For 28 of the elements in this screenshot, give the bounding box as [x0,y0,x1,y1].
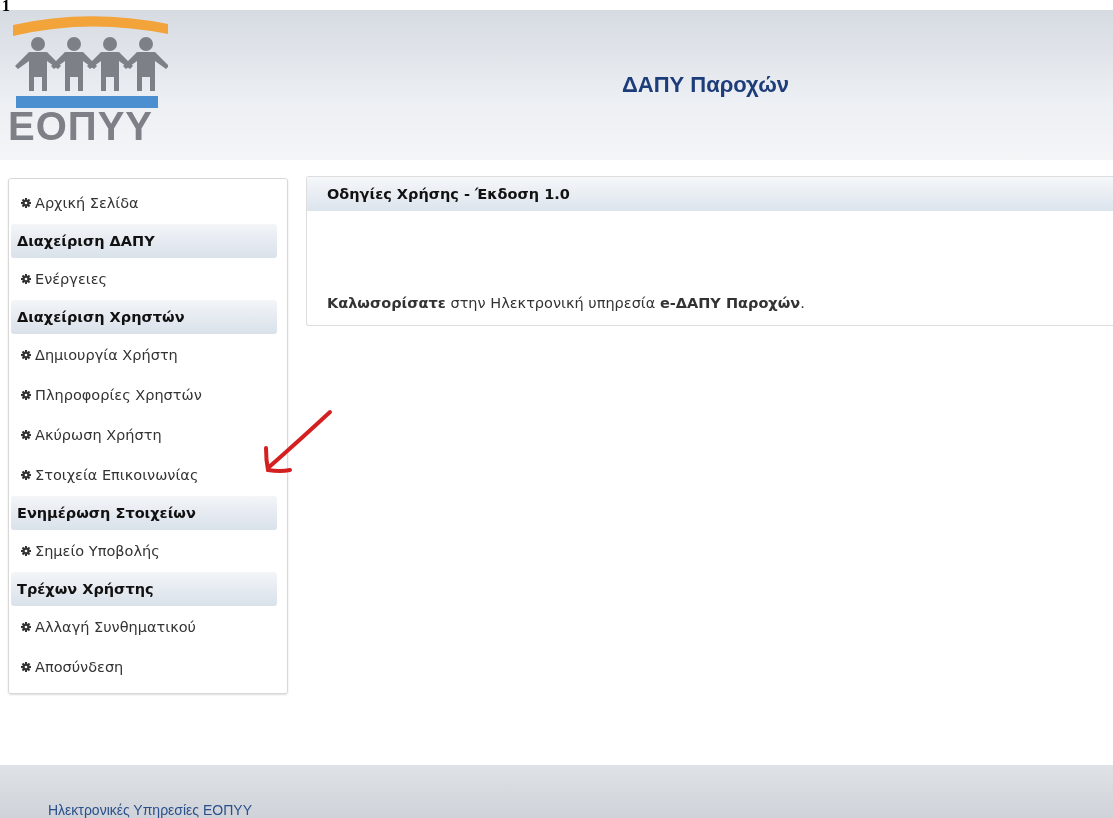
gear-icon [21,350,31,360]
gear-icon [21,546,31,556]
gear-icon [21,622,31,632]
menu-link[interactable]: Σημείο Υποβολής [9,531,287,571]
gear-icon [21,662,31,672]
menu-section-header: Ενημέρωση Στοιχείων [11,496,277,530]
menu-link[interactable]: Αποσύνδεση [9,647,287,687]
gear-icon [21,430,31,440]
menu-section-header: Διαχείριση Χρηστών [11,300,277,334]
welcome-text: Καλωσορίσατε στην Ηλεκτρονική υπηρεσία e-ΔΑΠΥ Παροχών. [326,295,806,311]
menu-link[interactable]: Ενέργειες [9,259,287,299]
footer-text: Ηλεκτρονικές Υπηρεσίες ΕΟΠΥΥ [47,803,252,818]
menu-link[interactable]: Ακύρωση Χρήστη [9,415,287,455]
menu-section-header: Διαχείριση ΔΑΠΥ [11,224,277,258]
menu-link[interactable]: Πληροφορίες Χρηστών [9,375,287,415]
panel-title: Οδηγίες Χρήσης - Έκδοση 1.0 [307,177,1113,211]
menu-link[interactable]: Αλλαγή Συνθηματικού [9,607,287,647]
menu-link[interactable]: Δημιουργία Χρήστη [9,335,287,375]
gear-icon [21,274,31,284]
gear-icon [21,198,31,208]
menu-link[interactable]: Στοιχεία Επικοινωνίας [9,455,287,495]
step-number: 1 [1,0,10,12]
menu-link[interactable]: Αρχική Σελίδα [9,183,287,223]
gear-icon [21,470,31,480]
gear-icon [21,390,31,400]
menu-section-header: Τρέχων Χρήστης [11,572,277,606]
page-title: ΔΑΠΥ Παροχών [620,72,791,98]
logo-text: ΕΟΠΥΥ [8,106,154,146]
